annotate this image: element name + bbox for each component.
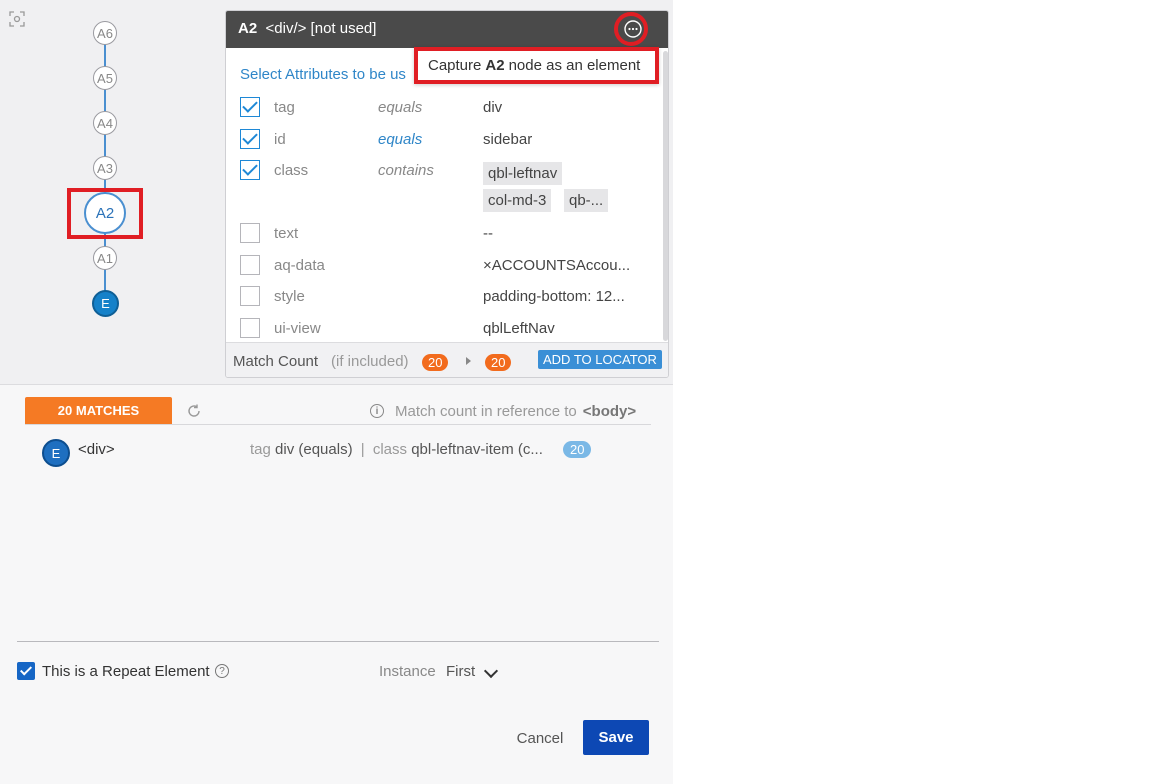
attribute-name: tag bbox=[274, 99, 295, 116]
save-button[interactable]: Save bbox=[583, 720, 649, 755]
attribute-value: qblLeftNav bbox=[483, 320, 555, 337]
tooltip-prefix: Capture bbox=[428, 57, 482, 74]
match-count-label: Match Count bbox=[233, 353, 319, 370]
tab-underline bbox=[25, 424, 651, 425]
panel-scrollbar[interactable] bbox=[663, 51, 668, 341]
attribute-checkbox-class[interactable] bbox=[240, 160, 260, 180]
attribute-value: padding-bottom: 12... bbox=[483, 288, 625, 305]
attribute-checkbox-id[interactable] bbox=[240, 129, 260, 149]
instance-label: Instance bbox=[379, 663, 436, 680]
select-attributes-label: Select Attributes to be us bbox=[240, 66, 406, 83]
tree-node-e[interactable]: E bbox=[92, 290, 119, 317]
attribute-operator[interactable]: equals bbox=[378, 131, 422, 148]
panel-title: A2 <div/> [not used] bbox=[238, 20, 376, 37]
attribute-row-class: class contains qbl-leftnav col-md-3 qb-.… bbox=[226, 160, 668, 220]
chevron-down-icon[interactable] bbox=[483, 663, 499, 679]
arrow-right-icon bbox=[466, 357, 471, 365]
capture-target-icon[interactable] bbox=[9, 11, 25, 27]
match-count-pill: 20 bbox=[563, 441, 592, 458]
attribute-operator[interactable]: equals bbox=[378, 99, 422, 116]
attribute-name: text bbox=[274, 225, 299, 242]
included-count-badge: 20 bbox=[485, 354, 512, 371]
attribute-checkbox-ui-view[interactable] bbox=[240, 318, 260, 338]
attribute-checkbox-aq-data[interactable] bbox=[240, 255, 260, 275]
more-options-highlight bbox=[614, 12, 648, 46]
attribute-name: style bbox=[274, 288, 305, 305]
match-description: tag div (equals) | class qbl-leftnav-ite… bbox=[250, 441, 543, 458]
if-included-label: (if included) bbox=[331, 353, 409, 370]
match-count-badge: 20 bbox=[422, 354, 449, 371]
attribute-value: div bbox=[483, 99, 503, 116]
attribute-row-aq-data: aq-data ×ACCOUNTSAccou... bbox=[226, 255, 668, 285]
reference-text: Match count in reference to <body> bbox=[395, 403, 636, 420]
attribute-operator[interactable]: contains bbox=[378, 162, 434, 179]
top-area: A6 A5 A4 A3 A2 A1 E A2 <div/> [not used]… bbox=[0, 0, 673, 385]
attribute-checkbox-tag[interactable] bbox=[240, 97, 260, 117]
match-value-class: qbl-leftnav-item (c... bbox=[411, 441, 543, 458]
tree-node-a3[interactable]: A3 bbox=[93, 156, 117, 180]
tree-node-a1[interactable]: A1 bbox=[93, 246, 117, 270]
attribute-row-style: style padding-bottom: 12... bbox=[226, 286, 668, 316]
attribute-checkbox-style[interactable] bbox=[240, 286, 260, 306]
attribute-name: id bbox=[274, 131, 286, 148]
panel-footer: Match Count (if included) 20 20 ADD TO L… bbox=[226, 342, 668, 377]
attribute-row-tag: tag equals div bbox=[226, 97, 668, 127]
match-key-tag: tag bbox=[250, 441, 271, 458]
match-value-tag: div (equals) bbox=[275, 441, 353, 458]
add-to-locator-button[interactable]: ADD TO LOCATOR bbox=[538, 350, 662, 369]
repeat-element-checkbox[interactable] bbox=[17, 662, 35, 680]
info-icon: i bbox=[370, 404, 384, 418]
panel-node-id: A2 bbox=[238, 20, 258, 37]
attribute-checkbox-text[interactable] bbox=[240, 223, 260, 243]
class-chip: qbl-leftnav bbox=[483, 162, 563, 185]
selected-node-highlight bbox=[67, 188, 143, 239]
help-icon[interactable]: ? bbox=[215, 664, 229, 678]
match-separator: | bbox=[360, 441, 365, 458]
panel-header: A2 <div/> [not used] bbox=[226, 11, 668, 48]
tooltip-node: A2 bbox=[485, 57, 505, 74]
match-key-class: class bbox=[372, 441, 408, 458]
class-chip: qb-... bbox=[564, 189, 609, 212]
instance-select[interactable]: First bbox=[446, 663, 475, 680]
refresh-icon[interactable] bbox=[186, 403, 202, 419]
element-badge: E bbox=[42, 439, 70, 467]
attribute-value: ×ACCOUNTSAccou... bbox=[483, 257, 631, 274]
class-chip: col-md-3 bbox=[483, 189, 552, 212]
attribute-name: ui-view bbox=[274, 320, 321, 337]
section-divider bbox=[17, 641, 659, 642]
cancel-button[interactable]: Cancel bbox=[508, 728, 572, 748]
match-tag[interactable]: <div> bbox=[78, 441, 115, 458]
capture-node-tooltip[interactable]: Capture A2 node as an element bbox=[414, 47, 659, 84]
attribute-row-text: text -- bbox=[226, 223, 668, 253]
locator-builder: A6 A5 A4 A3 A2 A1 E A2 <div/> [not used]… bbox=[0, 0, 673, 784]
tooltip-suffix: node as an element bbox=[508, 57, 641, 74]
reference-label: Match count in reference to bbox=[395, 403, 577, 420]
attribute-value: sidebar bbox=[483, 131, 533, 148]
repeat-element-label: This is a Repeat Element bbox=[42, 663, 210, 680]
attribute-name: aq-data bbox=[274, 257, 325, 274]
attribute-value: -- bbox=[483, 225, 493, 242]
attribute-row-id: id equals sidebar bbox=[226, 129, 668, 159]
panel-node-info: <div/> [not used] bbox=[265, 20, 377, 37]
tree-node-a4[interactable]: A4 bbox=[93, 111, 117, 135]
attribute-name: class bbox=[274, 162, 309, 179]
reference-tag: <body> bbox=[582, 403, 637, 420]
matches-tab[interactable]: 20 MATCHES bbox=[25, 397, 172, 424]
tree-node-a6[interactable]: A6 bbox=[93, 21, 117, 45]
tree-node-a5[interactable]: A5 bbox=[93, 66, 117, 90]
